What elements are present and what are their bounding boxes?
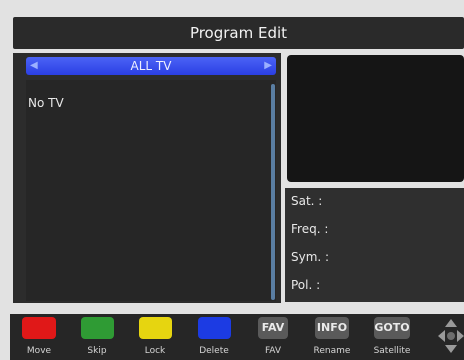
goto-key-button[interactable]: GOTO (374, 317, 410, 339)
sat-label: Sat. : (291, 194, 323, 208)
channel-list[interactable]: No TV (26, 80, 276, 301)
title-bar: Program Edit (13, 17, 464, 49)
list-item[interactable]: No TV (28, 96, 64, 110)
channel-group-label: ALL TV (130, 59, 172, 73)
lock-label: Lock (144, 346, 166, 356)
video-preview (287, 55, 464, 182)
yellow-key-button[interactable] (139, 317, 172, 339)
pol-label: Pol. : (291, 278, 321, 292)
list-scrollbar[interactable] (271, 84, 275, 300)
red-key-button[interactable] (22, 317, 56, 339)
move-label: Move (26, 346, 52, 356)
dpad-icon (435, 316, 464, 356)
delete-label: Delete (199, 346, 229, 356)
fav-key-button[interactable]: FAV (258, 317, 288, 339)
green-key-button[interactable] (81, 317, 114, 339)
page-title: Program Edit (189, 24, 288, 42)
rename-label: Rename (313, 346, 351, 356)
function-key-bar: Move Skip Lock Delete FAV FAV INFO Renam… (10, 314, 464, 360)
chevron-right-icon[interactable]: ▶ (264, 57, 272, 75)
fav-label: FAV (264, 346, 282, 356)
info-key-button[interactable]: INFO (315, 317, 349, 339)
sym-label: Sym. : (291, 250, 330, 264)
freq-label: Freq. : (291, 222, 329, 236)
channel-group-selector[interactable]: ◀ ALL TV ▶ (26, 57, 276, 75)
blue-key-button[interactable] (198, 317, 231, 339)
channel-info-panel: Sat. : Freq. : Sym. : Pol. : (285, 188, 464, 302)
satellite-label: Satellite (373, 346, 411, 356)
channel-list-panel: ◀ ALL TV ▶ No TV (13, 53, 281, 303)
skip-label: Skip (87, 346, 107, 356)
